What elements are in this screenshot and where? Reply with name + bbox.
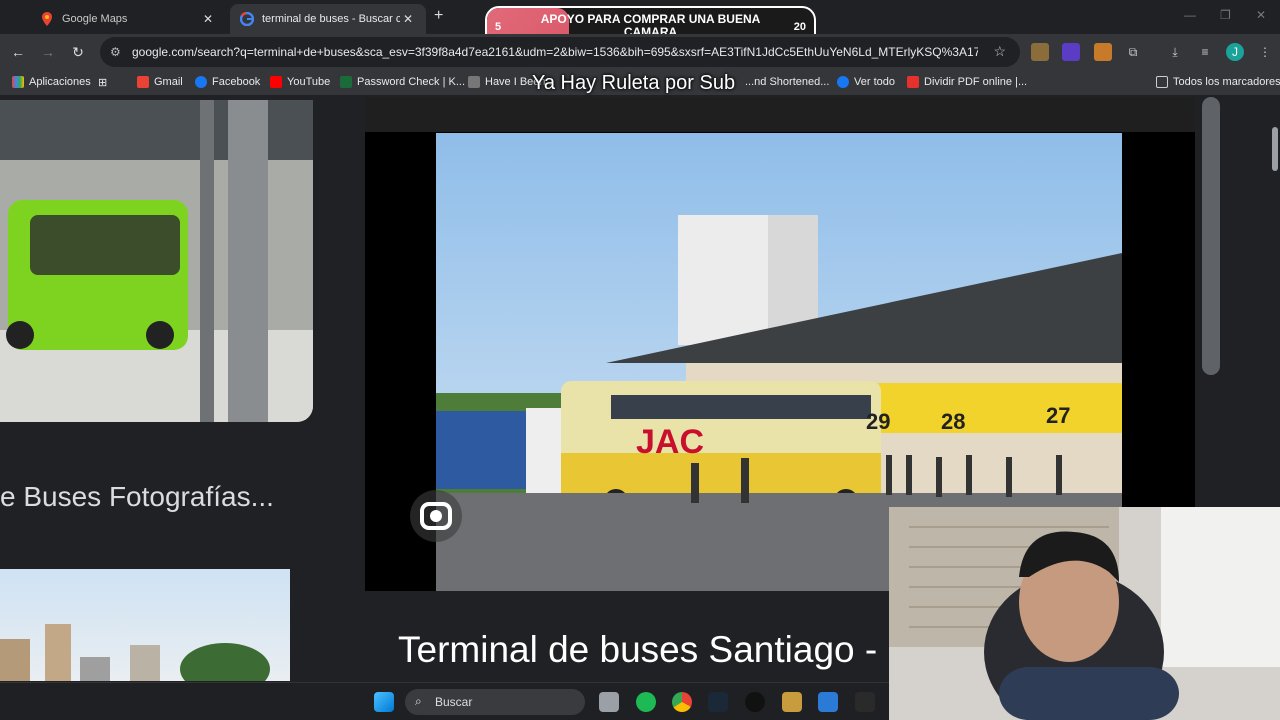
back-arrow-icon[interactable]: ← [8,42,28,62]
extension-icon[interactable] [1062,43,1080,61]
bookmark-gmail[interactable]: Gmail [137,76,183,88]
close-tab-icon[interactable]: ✕ [400,11,416,27]
bookmark-apps[interactable]: Aplicaciones [12,76,91,88]
browser-toolbar: ← → ↻ ⚙ google.com/search?q=terminal+de+… [0,34,1280,70]
svg-text:29: 29 [866,409,890,434]
bookmark-ver-todo[interactable]: Ver todo [837,76,895,88]
search-icon: ⌕ [415,694,422,708]
tab-google-maps[interactable]: Google Maps ✕ [30,4,226,34]
game-launcher-icon[interactable] [782,692,802,712]
bookmark-dividir-pdf[interactable]: Dividir PDF online |... [907,76,1027,88]
svg-text:27: 27 [1046,403,1070,428]
gmail-icon [137,76,149,88]
result-title[interactable]: Terminal de buses Santiago - [398,629,877,671]
reload-icon[interactable]: ↻ [68,42,88,62]
webcam-overlay [889,507,1280,720]
taskbar: ⌕ Buscar [0,682,889,720]
windows-start-icon[interactable] [374,692,394,712]
new-tab-plus-icon[interactable]: + [434,7,443,25]
bookmark-facebook[interactable]: Facebook [195,76,260,88]
close-window-icon[interactable]: ✕ [1256,8,1266,22]
apps-launcher-icon[interactable]: ⊞ [98,76,107,89]
epic-games-icon[interactable] [855,692,875,712]
google-lens-icon[interactable] [410,490,462,542]
forward-arrow-icon[interactable]: → [38,42,58,62]
bookmark-star-icon[interactable]: ☆ [993,43,1006,60]
bus-thumbnail-image[interactable] [0,100,313,422]
minimize-icon[interactable]: — [1184,8,1196,22]
photos-icon[interactable] [818,692,838,712]
goal-start-value: 5 [495,21,502,33]
apps-grid-icon [12,76,24,88]
result-caption[interactable]: e Buses Fotografías... [0,481,274,513]
bookmark-label: ...nd Shortened... [745,76,830,88]
bookmark-label: Facebook [212,76,261,88]
menu-dots-icon[interactable]: ⋮ [1256,43,1274,61]
google-g-icon [240,12,254,26]
media-control-icon[interactable]: ≡ [1196,43,1214,61]
extensions-puzzle-icon[interactable]: ⧉ [1124,43,1142,61]
tab-label: terminal de buses - Buscar con Google [262,13,400,25]
bookmark-label: Password Check | K... [357,76,466,88]
bookmark-label: Dividir PDF online |... [924,76,1028,88]
tab-google-search[interactable]: terminal de buses - Buscar con Google ✕ [230,4,426,34]
page-scrollbar[interactable] [1272,127,1278,171]
bookmark-label: Todos los marcadores [1173,76,1280,88]
maximize-icon[interactable]: ❐ [1220,8,1231,22]
password-icon [340,76,352,88]
pdf-heart-icon [907,76,919,88]
preview-scrollbar[interactable] [1202,97,1220,375]
spotify-icon[interactable] [636,692,656,712]
obs-icon[interactable] [745,692,765,712]
bookmark-label: Ver todo [854,76,895,88]
goal-end-value: 20 [793,21,806,33]
svg-text:JAC: JAC [636,423,704,461]
city-thumbnail-image[interactable] [0,569,290,681]
chrome-icon[interactable] [672,692,692,712]
taskbar-search-placeholder: Buscar [435,695,473,709]
bookmark-label: Aplicaciones [29,76,91,88]
site-icon [468,76,480,88]
stream-overlay-text: Ya Hay Ruleta por Sub [532,72,736,94]
facebook-icon [195,76,207,88]
bookmark-password-check[interactable]: Password Check | K... [340,76,465,88]
extension-icon[interactable] [1031,43,1049,61]
tab-label: Google Maps [62,13,128,25]
all-bookmarks[interactable]: Todos los marcadores [1156,76,1280,88]
taskbar-search[interactable]: ⌕ Buscar [405,689,585,715]
close-tab-icon[interactable]: ✕ [200,11,216,27]
bookmark-label: Gmail [154,76,183,88]
preview-header [365,97,1195,132]
bookmark-label: YouTube [287,76,331,88]
youtube-icon [270,76,282,88]
address-bar-url[interactable]: google.com/search?q=terminal+de+buses&sc… [132,45,978,59]
bookmark-shortened[interactable]: ...nd Shortened... [745,76,829,88]
task-view-icon[interactable] [599,692,619,712]
svg-text:28: 28 [941,409,965,434]
folder-icon [1156,76,1168,88]
bookmark-youtube[interactable]: YouTube [270,76,330,88]
site-info-icon[interactable]: ⚙ [110,45,121,59]
profile-avatar-icon[interactable]: J [1226,43,1244,61]
facebook-icon [837,76,849,88]
extension-icon[interactable] [1094,43,1112,61]
download-icon[interactable]: ⤓ [1166,43,1184,61]
address-bar[interactable]: ⚙ google.com/search?q=terminal+de+buses&… [100,37,1020,67]
steam-icon[interactable] [708,692,728,712]
maps-pin-icon [40,12,54,26]
